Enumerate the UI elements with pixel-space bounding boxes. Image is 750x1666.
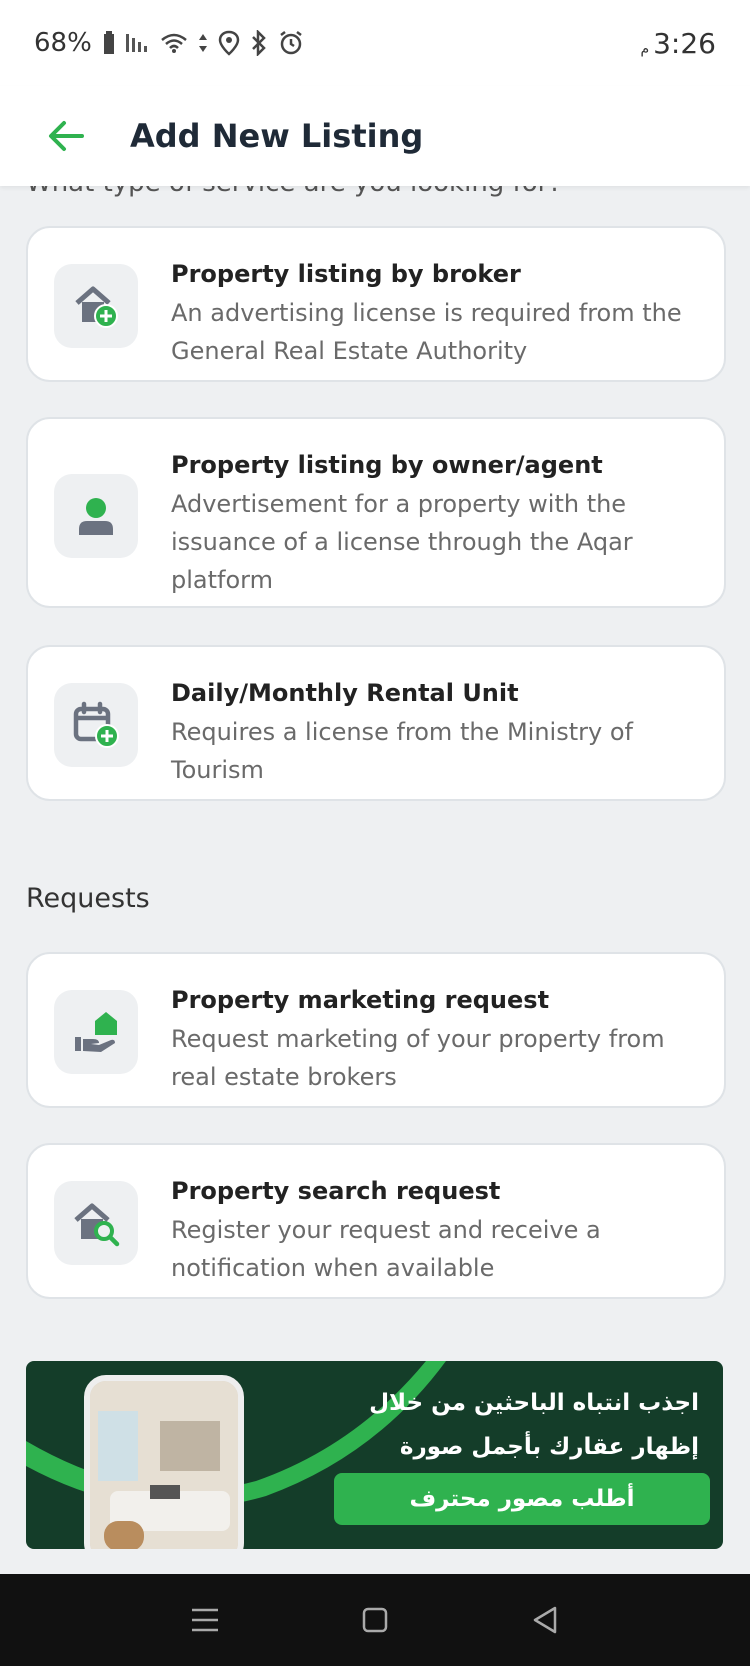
- hand-house-icon: [54, 990, 138, 1074]
- arrow-left-icon: [49, 121, 84, 151]
- listing-option-description: Requires a license from the Ministry of …: [171, 718, 633, 784]
- banner-line-2: إظهار عقارك بأجمل صورة: [399, 1434, 699, 1460]
- listing-option-title: Daily/Monthly Rental Unit: [171, 679, 519, 707]
- listing-option-title: Property listing by broker: [171, 260, 521, 288]
- home-button[interactable]: [345, 1590, 405, 1650]
- request-title: Property marketing request: [171, 986, 550, 1014]
- person-icon: [54, 474, 138, 558]
- listing-option-title: Property listing by owner/agent: [171, 451, 603, 479]
- bluetooth-icon: [251, 30, 266, 56]
- listing-option-description: An advertising license is required from …: [171, 299, 682, 365]
- time-suffix: م: [640, 40, 650, 57]
- request-description: Request marketing of your property from …: [171, 1025, 665, 1091]
- triangle-back-icon: [533, 1606, 557, 1634]
- requests-heading: Requests: [26, 883, 150, 914]
- menu-icon: [192, 1608, 218, 1632]
- phone-photo-illustration: [84, 1375, 244, 1549]
- page-title: Add New Listing: [130, 117, 424, 155]
- banner-text: اجذب انتباه الباحثين من خلال إظهار عقارك…: [369, 1381, 699, 1469]
- app-header: Add New Listing: [0, 86, 750, 186]
- alarm-icon: [280, 31, 302, 55]
- content-scroll-area[interactable]: What type of service are you looking for…: [0, 186, 750, 1574]
- house-plus-icon: [54, 264, 138, 348]
- status-clock: م 3:26: [640, 27, 716, 60]
- battery-percentage: 68%: [34, 28, 92, 58]
- request-description: Register your request and receive a noti…: [171, 1216, 601, 1282]
- square-icon: [362, 1607, 388, 1633]
- data-arrows-icon: [198, 34, 207, 52]
- wifi-icon: [160, 33, 187, 53]
- system-navigation-bar: [0, 1574, 750, 1666]
- time: 3:26: [653, 26, 716, 60]
- recent-apps-button[interactable]: [175, 1590, 235, 1650]
- request-property-marketing[interactable]: Property marketing request Request marke…: [26, 952, 726, 1108]
- signal-icon: [125, 34, 147, 52]
- request-property-search[interactable]: Property search request Register your re…: [26, 1143, 726, 1299]
- request-photographer-button[interactable]: أطلب مصور محترف: [334, 1473, 710, 1525]
- section-heading-partial: What type of service are you looking for…: [26, 186, 562, 198]
- system-back-button[interactable]: [515, 1590, 575, 1650]
- banner-line-1: اجذب انتباه الباحثين من خلال: [369, 1390, 699, 1416]
- house-search-icon: [54, 1181, 138, 1265]
- calendar-plus-icon: [54, 683, 138, 767]
- listing-option-broker[interactable]: Property listing by broker An advertisin…: [26, 226, 726, 382]
- request-title: Property search request: [171, 1177, 501, 1205]
- status-bar: 68% م 3:26: [0, 0, 750, 86]
- listing-option-description: Advertisement for a property with the is…: [171, 490, 633, 594]
- listing-option-daily-monthly-rental[interactable]: Daily/Monthly Rental Unit Requires a lic…: [26, 645, 726, 801]
- battery-icon: [103, 31, 114, 54]
- status-left: 68%: [34, 28, 304, 58]
- listing-option-owner-agent[interactable]: Property listing by owner/agent Advertis…: [26, 417, 726, 608]
- photographer-promo-banner[interactable]: اجذب انتباه الباحثين من خلال إظهار عقارك…: [26, 1361, 723, 1549]
- location-icon: [218, 30, 240, 56]
- back-button[interactable]: [44, 114, 88, 158]
